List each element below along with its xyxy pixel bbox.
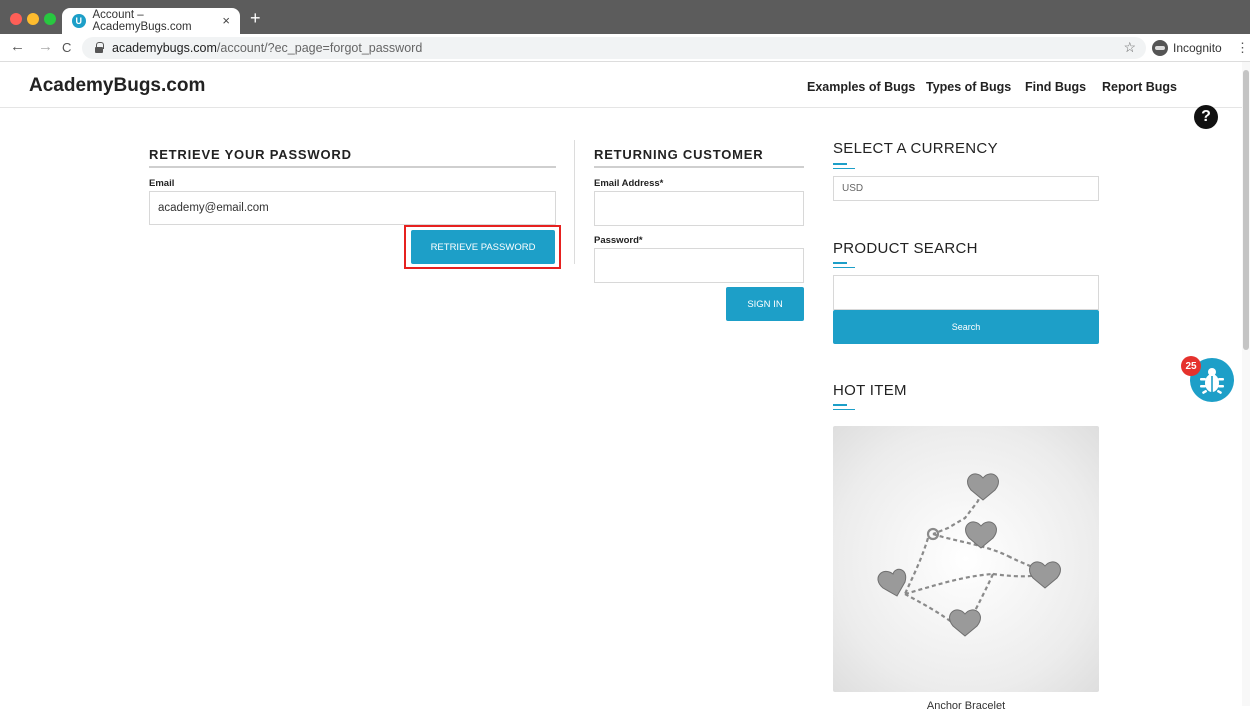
search-title-accent-2 (833, 267, 855, 268)
product-search-title: PRODUCT SEARCH (833, 240, 978, 257)
login-password-label: Password* (594, 235, 643, 246)
bookmark-star-icon[interactable]: ☆ (1123, 39, 1136, 56)
section-divider (574, 140, 575, 264)
nav-report-bugs[interactable]: Report Bugs (1102, 80, 1177, 94)
url-host: academybugs.com (112, 41, 217, 55)
bracelet-image (877, 473, 1061, 637)
nav-find-bugs[interactable]: Find Bugs (1025, 80, 1086, 94)
page-scrollbar[interactable] (1242, 62, 1250, 706)
browser-menu-icon[interactable]: ⋮ (1236, 40, 1249, 56)
site-header: AcademyBugs.com Examples of Bugs Types o… (0, 62, 1250, 108)
browser-tabstrip: U Account – AcademyBugs.com × + (0, 0, 1250, 34)
tab-close-icon[interactable]: × (222, 13, 230, 28)
product-search-input[interactable] (833, 275, 1099, 310)
nav-types-of-bugs[interactable]: Types of Bugs (926, 80, 1011, 94)
currency-title: SELECT A CURRENCY (833, 140, 998, 157)
new-tab-icon[interactable]: + (250, 8, 261, 29)
site-logo[interactable]: AcademyBugs.com (29, 75, 205, 97)
currency-select[interactable]: USD (833, 176, 1099, 201)
hot-item-title-accent-2 (833, 409, 855, 410)
search-button[interactable]: Search (833, 310, 1099, 344)
hot-item-title-accent (833, 404, 847, 406)
url-path: /account/?ec_page=forgot_password (216, 41, 423, 55)
back-icon[interactable]: ← (10, 38, 25, 55)
hot-item-image[interactable] (833, 426, 1099, 692)
currency-title-accent (833, 163, 847, 165)
incognito-label: Incognito (1173, 41, 1222, 55)
retrieve-email-input[interactable]: academy@email.com (149, 191, 556, 225)
incognito-icon (1152, 40, 1168, 56)
login-email-label: Email Address* (594, 178, 664, 189)
retrieve-password-title: RETRIEVE YOUR PASSWORD (149, 147, 352, 162)
returning-customer-title: RETURNING CUSTOMER (594, 147, 764, 162)
minimize-window-icon[interactable] (27, 13, 39, 25)
scrollbar-thumb[interactable] (1243, 70, 1249, 350)
search-title-accent (833, 262, 847, 264)
sign-in-button[interactable]: SIGN IN (726, 287, 804, 321)
bug-count-badge: 25 (1181, 356, 1201, 376)
returning-title-underline (594, 166, 804, 168)
login-password-input[interactable] (594, 248, 804, 283)
browser-toolbar: ← → C academybugs.com/account/?ec_page=f… (0, 34, 1250, 62)
retrieve-title-underline (149, 166, 556, 168)
address-bar[interactable]: academybugs.com/account/?ec_page=forgot_… (82, 37, 1146, 59)
maximize-window-icon[interactable] (44, 13, 56, 25)
hot-item-title: HOT ITEM (833, 382, 907, 399)
favicon-icon: U (72, 14, 86, 28)
tab-title: Account – AcademyBugs.com (92, 9, 192, 33)
browser-tab[interactable]: U Account – AcademyBugs.com × (62, 8, 240, 34)
incognito-indicator[interactable]: Incognito (1152, 38, 1222, 58)
lock-icon (94, 42, 104, 54)
currency-title-accent-2 (833, 168, 855, 169)
help-icon[interactable]: ? (1194, 105, 1218, 129)
close-window-icon[interactable] (10, 13, 22, 25)
reload-icon[interactable]: C (62, 40, 71, 55)
login-email-input[interactable] (594, 191, 804, 226)
retrieve-email-label: Email (149, 178, 175, 189)
forward-icon[interactable]: → (38, 38, 53, 55)
retrieve-password-button[interactable]: RETRIEVE PASSWORD (411, 230, 555, 264)
nav-examples-of-bugs[interactable]: Examples of Bugs (807, 80, 915, 94)
hot-item-name[interactable]: Anchor Bracelet (833, 700, 1099, 712)
